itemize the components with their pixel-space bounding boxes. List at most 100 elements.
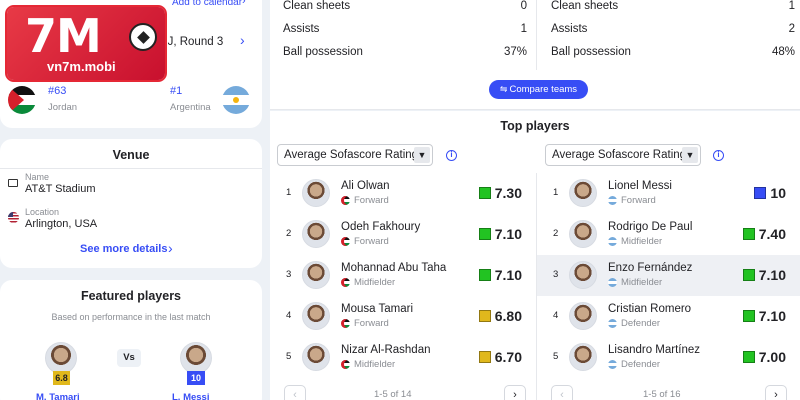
rating-value: 7.10 <box>758 267 786 283</box>
player-name[interactable]: Lisandro Martínez <box>608 344 700 356</box>
player-name[interactable]: Odeh Fakhoury <box>341 221 420 233</box>
pagination-left: ‹ 1-5 of 14 › <box>284 385 526 400</box>
player-rating: 7.10 <box>478 226 522 242</box>
rating-color-box <box>478 351 491 363</box>
player-avatar[interactable] <box>302 179 330 207</box>
player-name[interactable]: Lionel Messi <box>608 180 672 192</box>
featured-players-card: Featured players Based on performance in… <box>0 280 262 400</box>
player-position: Midfielder <box>621 277 663 288</box>
player-avatar[interactable] <box>569 179 597 207</box>
rating-color-box <box>478 310 491 322</box>
away-rank: #1 <box>170 85 183 97</box>
player-name[interactable]: Enzo Fernández <box>608 262 692 274</box>
site-logo[interactable]: 7M vn7m.mobi <box>5 5 167 82</box>
stat-value: 1 <box>520 23 527 35</box>
chevron-right-icon[interactable]: › <box>168 240 173 256</box>
player-avatar[interactable] <box>569 261 597 289</box>
rating-value: 7.10 <box>494 267 522 283</box>
argentina-flag-icon <box>608 237 617 246</box>
stat-label: Clean sheets <box>551 0 619 12</box>
player-rank: 4 <box>286 310 292 321</box>
next-page-button[interactable]: › <box>765 385 787 400</box>
home-team-name[interactable]: Jordan <box>48 102 77 113</box>
rating-badge: 6.8 <box>53 371 70 385</box>
stat-value: 48% <box>771 46 795 58</box>
player-row[interactable]: 5 Lisandro Martínez Defender 7.00 <box>537 337 800 378</box>
player-avatar[interactable] <box>302 261 330 289</box>
soccer-ball-icon <box>129 23 157 51</box>
chevron-down-icon: ▼ <box>682 147 698 163</box>
next-page-button[interactable]: › <box>504 385 526 400</box>
logo-domain: vn7m.mobi <box>47 59 116 74</box>
featured-player-right-name[interactable]: L. Messi <box>172 392 210 400</box>
player-rank: 4 <box>553 310 559 321</box>
player-row[interactable]: 4 Cristian Romero Defender 7.10 <box>537 296 800 337</box>
stat-dropdown-right[interactable]: Average Sofascore Rating ▼ <box>545 144 701 166</box>
prev-page-button[interactable]: ‹ <box>284 385 306 400</box>
player-row[interactable]: 2 Rodrigo De Paul Midfielder 7.40 <box>537 214 800 255</box>
stat-label: Assists <box>551 23 588 35</box>
player-avatar[interactable] <box>302 343 330 371</box>
stats-left: Clean sheets 0 Assists 1 Ball possession 37% <box>283 0 527 70</box>
info-icon[interactable]: i <box>713 150 724 161</box>
player-position: Forward <box>354 318 389 329</box>
compare-teams-button[interactable]: ⇋ Compare teams <box>489 80 588 99</box>
player-position: Midfielder <box>621 236 663 247</box>
rating-color-box <box>478 187 491 199</box>
player-name[interactable]: Cristian Romero <box>608 303 691 315</box>
player-avatar[interactable] <box>569 220 597 248</box>
player-rating: 7.10 <box>742 267 786 283</box>
player-avatar[interactable] <box>302 302 330 330</box>
prev-page-button[interactable]: ‹ <box>551 385 573 400</box>
player-position: Forward <box>621 195 656 206</box>
player-row[interactable]: 5 Nizar Al-Rashdan Midfielder 6.70 <box>270 337 536 378</box>
jordan-flag-icon <box>8 86 36 114</box>
player-row[interactable]: 2 Odeh Fakhoury Forward 7.10 <box>270 214 536 255</box>
chevron-right-icon[interactable]: › <box>242 0 246 7</box>
add-to-calendar-link[interactable]: Add to calendar <box>172 0 242 8</box>
see-more-details-link[interactable]: See more details <box>80 243 167 255</box>
chevron-down-icon: ▼ <box>414 147 430 163</box>
rating-color-box <box>742 310 755 322</box>
pagination-label: 1-5 of 14 <box>374 389 412 400</box>
away-team-name[interactable]: Argentina <box>170 102 211 113</box>
stats-card: Clean sheets 0 Assists 1 Ball possession 37% … <box>270 0 800 110</box>
player-name[interactable]: Rodrigo De Paul <box>608 221 692 233</box>
player-name[interactable]: Mohannad Abu Taha <box>341 262 446 274</box>
player-row[interactable]: 1 Ali Olwan Forward 7.30 <box>270 173 536 214</box>
dropdown-value: Average Sofascore Rating <box>552 149 687 161</box>
player-avatar[interactable] <box>45 342 77 374</box>
players-list-right: 1 Lionel Messi Forward 10 2 Rodrigo De Paul Mi… <box>537 173 800 378</box>
compare-teams-label: Compare teams <box>509 84 578 95</box>
vs-badge: Vs <box>117 349 141 367</box>
player-avatar[interactable] <box>569 302 597 330</box>
player-name[interactable]: Ali Olwan <box>341 180 390 192</box>
chevron-right-icon[interactable]: › <box>240 32 245 48</box>
featured-player-left-name[interactable]: M. Tamari <box>36 392 80 400</box>
player-row[interactable]: 1 Lionel Messi Forward 10 <box>537 173 800 214</box>
player-rating: 7.00 <box>742 349 786 365</box>
stat-value: 1 <box>788 0 795 12</box>
player-rank: 5 <box>553 351 559 362</box>
player-avatar[interactable] <box>569 343 597 371</box>
player-avatar[interactable] <box>180 342 212 374</box>
player-name[interactable]: Nizar Al-Rashdan <box>341 344 430 356</box>
rating-color-box <box>742 269 755 281</box>
stat-label: Ball possession <box>283 46 363 58</box>
player-rank: 2 <box>286 228 292 239</box>
player-position: Forward <box>354 236 389 247</box>
player-row[interactable]: 3 Enzo Fernández Midfielder 7.10 <box>537 255 800 296</box>
rating-value: 10 <box>770 185 786 201</box>
rating-color-box <box>742 351 755 363</box>
player-avatar[interactable] <box>302 220 330 248</box>
player-name[interactable]: Mousa Tamari <box>341 303 413 315</box>
stat-label: Clean sheets <box>283 0 351 12</box>
stat-dropdown-left[interactable]: Average Sofascore Rating ▼ <box>277 144 433 166</box>
player-row[interactable]: 4 Mousa Tamari Forward 6.80 <box>270 296 536 337</box>
info-icon[interactable]: i <box>446 150 457 161</box>
stat-value: 37% <box>503 46 527 58</box>
player-rank: 1 <box>286 187 292 198</box>
player-rating: 7.40 <box>742 226 786 242</box>
player-rating: 7.10 <box>478 267 522 283</box>
player-row[interactable]: 3 Mohannad Abu Taha Midfielder 7.10 <box>270 255 536 296</box>
